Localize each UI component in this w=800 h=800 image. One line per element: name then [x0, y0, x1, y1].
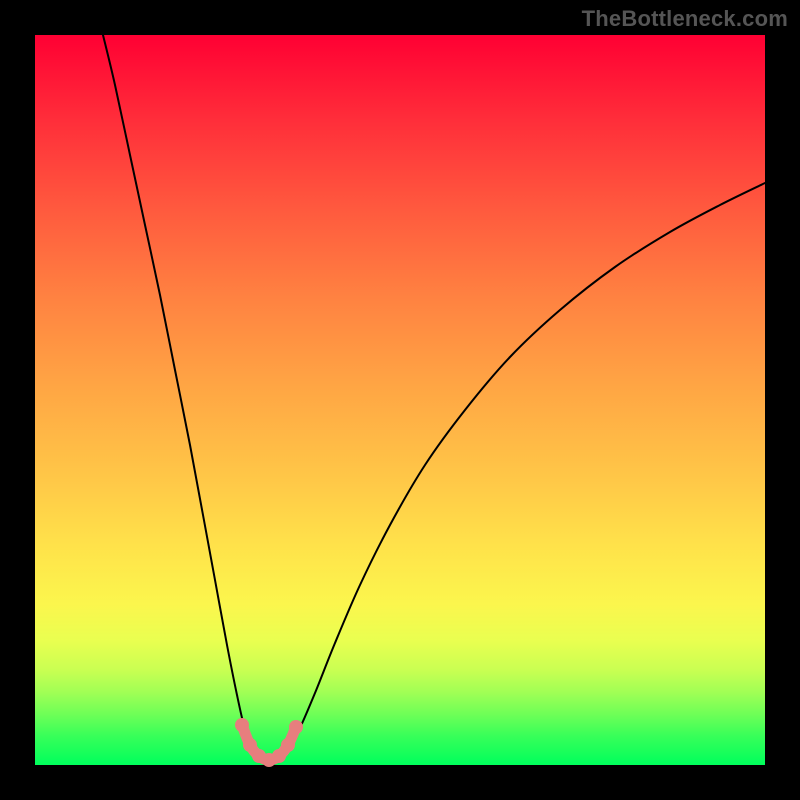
chart-frame: TheBottleneck.com: [0, 0, 800, 800]
plot-area: [35, 35, 765, 765]
curve-svg: [35, 35, 765, 765]
watermark-text: TheBottleneck.com: [582, 6, 788, 32]
marker-stroke: [242, 725, 296, 760]
bottleneck-curve: [103, 35, 765, 765]
